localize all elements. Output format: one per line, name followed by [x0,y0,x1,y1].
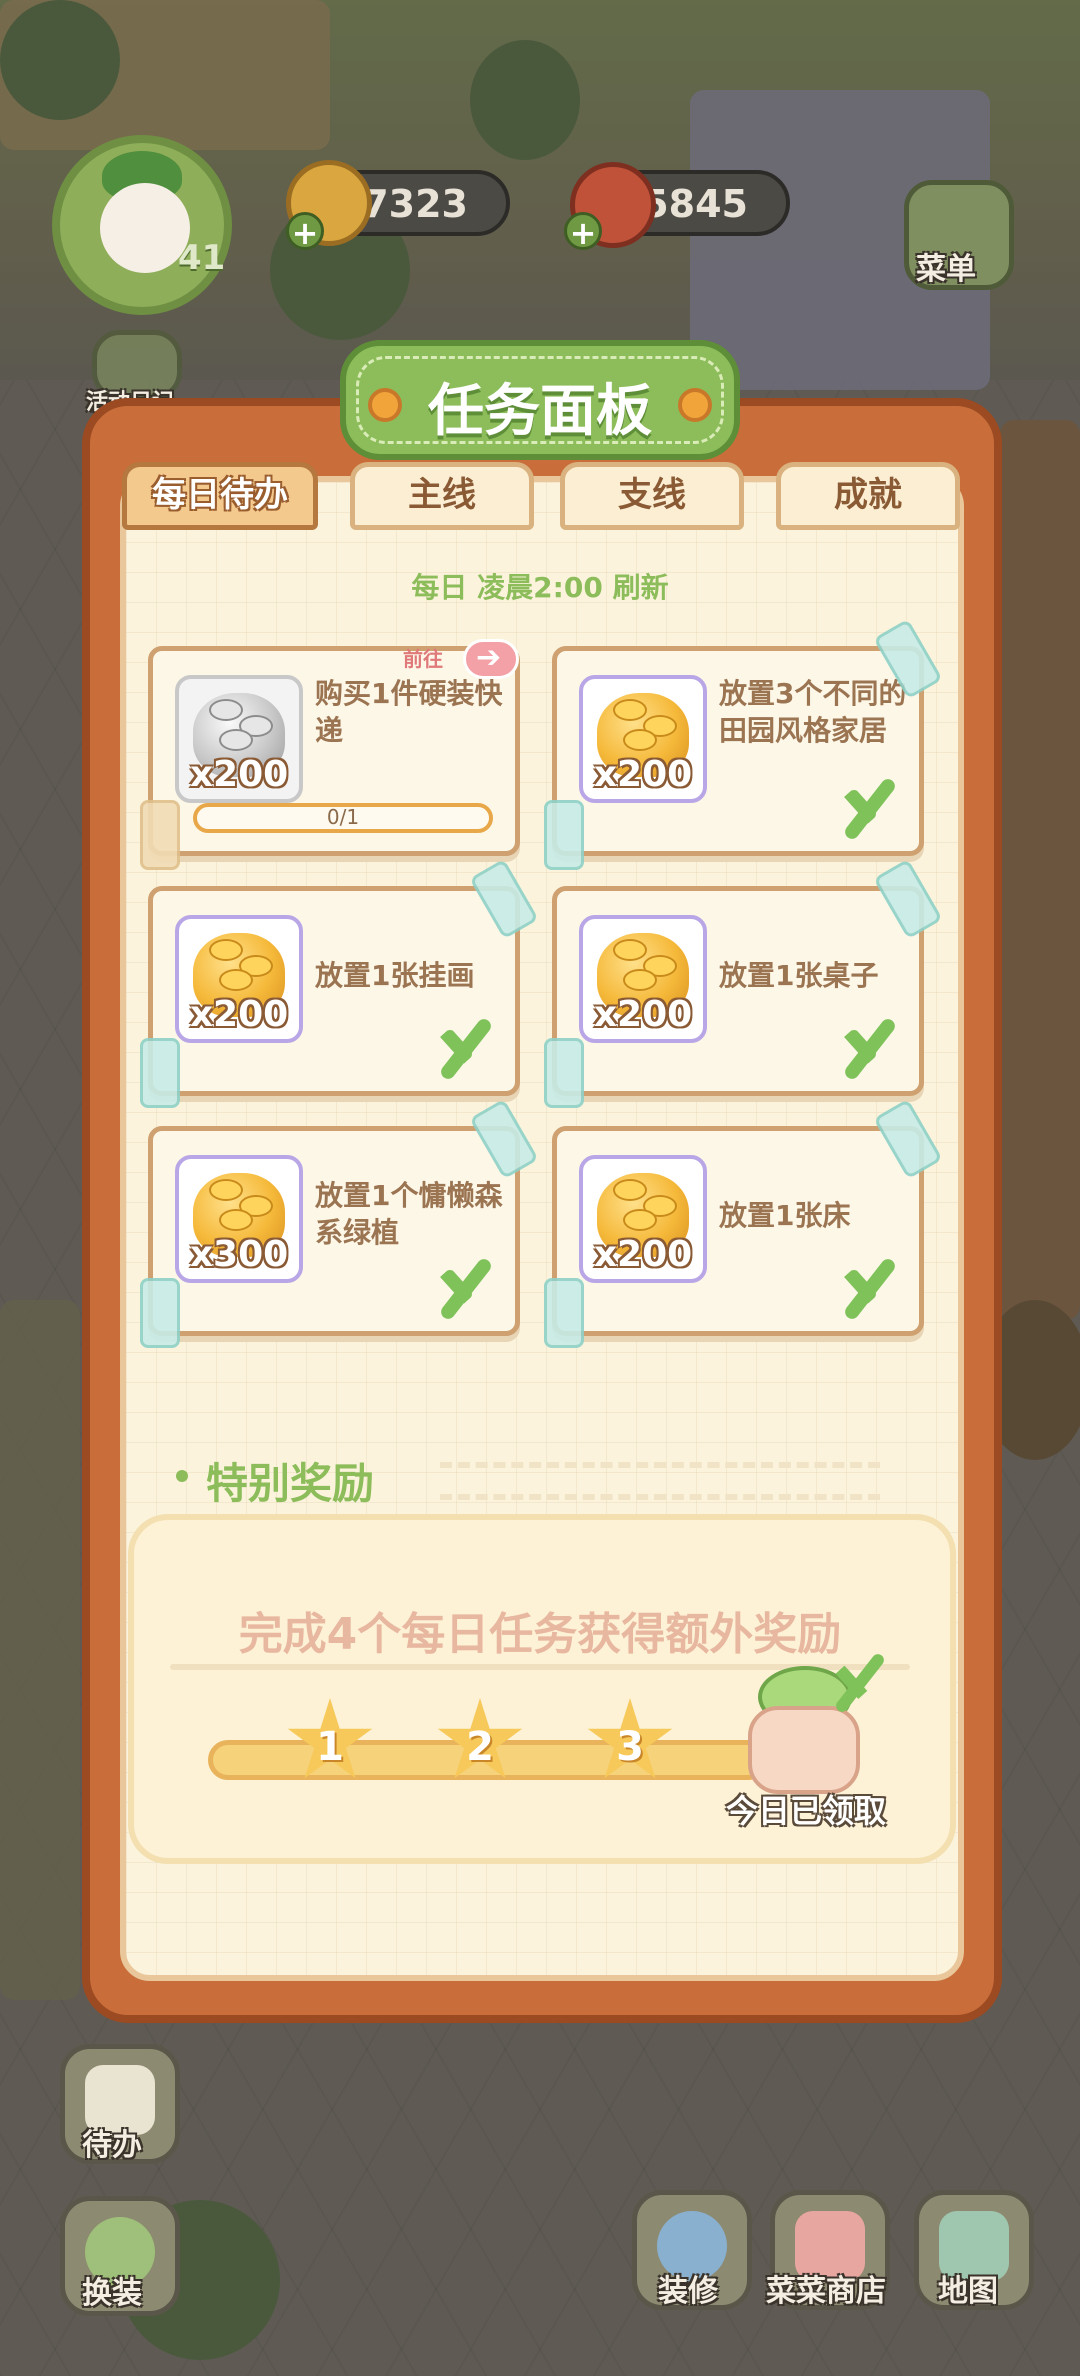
reward-icon: x200 [579,915,707,1043]
tape-decoration [544,1278,584,1348]
map-label: 地图 [938,2274,998,2309]
milestone-number: 3 [616,1724,644,1770]
tape-decoration [544,1038,584,1108]
claimed-label: 今日已领取 [725,1792,886,1830]
reward-icon: x300 [175,1155,303,1283]
tab-side[interactable]: 支线 [560,462,744,530]
coin-amount: 7323 [362,182,468,226]
task-card[interactable]: x200 放置1张床 [552,1126,924,1336]
task-description: 购买1件硬装快递 [315,677,503,747]
special-reward-title: 特别奖励 [206,1459,375,1508]
task-card[interactable]: x200 放置1张桌子 [552,886,924,1096]
dress-label: 换装 [82,2276,142,2311]
panel-title: 任务面板 [428,379,652,444]
reward-icon: x200 [175,675,303,803]
reward-icon: x200 [579,1155,707,1283]
milestone-number: 2 [466,1724,494,1770]
decorate-label: 装修 [658,2274,718,2309]
reward-quantity: x200 [593,754,693,795]
dashed-divider [440,1462,880,1500]
task-description: 放置1张床 [719,1199,851,1232]
tab-daily[interactable]: 每日待办 [122,462,318,530]
task-description: 放置1个慵懒森系绿植 [315,1179,503,1249]
checkmark-icon [423,1013,509,1083]
shop-label: 菜菜商店 [766,2274,886,2309]
reward-quantity: x300 [189,1234,289,1275]
tab-achievement[interactable]: 成就 [776,462,960,530]
reward-icon: x200 [175,915,303,1043]
checkmark-icon [827,773,913,843]
checkmark-icon [820,1648,900,1728]
reward-quantity: x200 [593,1234,693,1275]
reward-quantity: x200 [189,754,289,795]
go-button[interactable]: 前往 [403,639,523,683]
player-level: 41 [178,238,226,278]
milestone-number: 1 [316,1724,344,1770]
tape-decoration [140,1278,180,1348]
task-card[interactable]: x300 放置1个慵懒森系绿植 [148,1126,520,1336]
add-coins-button[interactable]: + [286,212,324,251]
checkmark-icon [827,1253,913,1323]
checkmark-icon [827,1013,913,1083]
task-progress-bar: 0/1 [193,803,493,833]
reward-quantity: x200 [189,994,289,1035]
heart-amount: 5845 [642,182,748,226]
menu-label: 菜单 [916,252,976,287]
task-description: 放置3个不同的田园风格家居 [719,677,907,747]
add-hearts-button[interactable]: + [564,212,602,251]
task-progress-text: 0/1 [326,805,360,829]
tab-main[interactable]: 主线 [350,462,534,530]
player-avatar[interactable] [52,135,232,315]
task-card[interactable]: x200 放置1张挂画 [148,886,520,1096]
reward-quantity: x200 [593,994,693,1035]
refresh-notice: 每日 凌晨2:00 刷新 [411,571,669,604]
tape-decoration [544,800,584,870]
task-card[interactable]: x200 放置3个不同的田园风格家居 [552,646,924,856]
task-description: 放置1张挂画 [315,959,475,992]
bullet-icon [176,1470,188,1482]
go-label: 前往 [403,647,443,671]
tape-decoration [140,800,180,870]
task-card[interactable]: x200 购买1件硬装快递 0/1 前往 [148,639,520,856]
task-description: 放置1张桌子 [719,959,879,992]
checkmark-icon [423,1253,509,1323]
reward-icon: x200 [579,675,707,803]
special-reward-description: 完成4个每日任务获得额外奖励 [238,1609,842,1660]
tape-decoration [140,1038,180,1108]
todo-label: 待办 [82,2128,142,2163]
arrow-right-icon [463,639,519,679]
panel-title-plate: 任务面板 [340,340,740,460]
